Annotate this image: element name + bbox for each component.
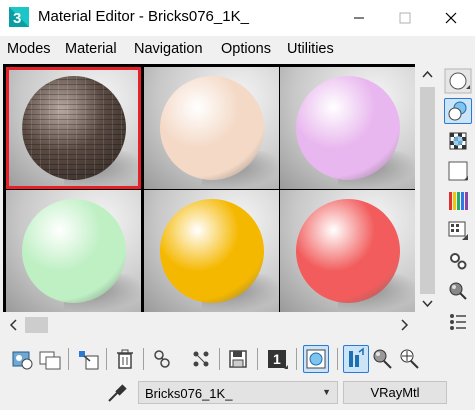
scroll-right-button[interactable] xyxy=(395,316,413,334)
make-preview-icon[interactable] xyxy=(444,218,472,244)
menu-material[interactable]: Material xyxy=(65,41,117,57)
save-material-icon[interactable] xyxy=(226,345,252,373)
material-map-navigator-icon[interactable] xyxy=(444,308,472,334)
toolbar-separator xyxy=(219,348,220,370)
svg-text:3: 3 xyxy=(13,10,21,27)
toolbar-separator xyxy=(68,348,69,370)
minimize-button[interactable] xyxy=(336,0,382,36)
sample-slot-6[interactable] xyxy=(280,190,415,312)
sample-type-sphere-icon[interactable] xyxy=(444,68,472,94)
toolbar-separator xyxy=(296,348,297,370)
toolbar-separator xyxy=(106,348,107,370)
backlight-icon[interactable] xyxy=(444,98,472,124)
reset-map-icon[interactable] xyxy=(112,345,138,373)
maximize-button[interactable] xyxy=(382,0,428,36)
material-type-button[interactable]: VRayMtl xyxy=(343,381,447,404)
material-id-channel-icon[interactable]: 1 xyxy=(265,345,291,373)
menu-navigation[interactable]: Navigation xyxy=(134,41,203,57)
assign-to-selection-icon[interactable] xyxy=(75,345,101,373)
close-button[interactable] xyxy=(428,0,474,36)
eyedropper-icon[interactable] xyxy=(106,382,128,404)
3ds-max-icon: 3 xyxy=(8,6,30,28)
go-to-parent-icon[interactable] xyxy=(370,345,396,373)
material-name-value: Bricks076_1K_ xyxy=(145,386,233,401)
material-sphere xyxy=(296,199,400,303)
sample-slot-1[interactable] xyxy=(6,67,141,189)
make-unique-icon[interactable] xyxy=(149,345,175,373)
scroll-down-button[interactable] xyxy=(418,294,437,312)
material-sphere xyxy=(296,76,400,180)
material-sphere xyxy=(22,199,126,303)
menu-options[interactable]: Options xyxy=(221,41,271,57)
sample-slot-4[interactable] xyxy=(6,190,141,312)
toolbar-separator xyxy=(337,348,338,370)
show-end-result-icon[interactable] xyxy=(343,345,369,373)
sample-slot-5[interactable] xyxy=(144,190,279,312)
menu-bar: Modes Material Navigation Options Utilit… xyxy=(0,36,475,62)
background-checker-icon[interactable] xyxy=(444,128,472,154)
material-sphere xyxy=(160,199,264,303)
sample-slot-3[interactable] xyxy=(280,67,415,189)
sample-slot-2[interactable] xyxy=(144,67,279,189)
material-sphere xyxy=(160,76,264,180)
window-title: Material Editor - Bricks076_1K_ xyxy=(38,8,249,25)
scroll-thumb[interactable] xyxy=(25,317,48,333)
toolbar-separator xyxy=(143,348,144,370)
material-sphere-bricks xyxy=(22,76,126,180)
options-icon[interactable] xyxy=(444,248,472,274)
vertical-scrollbar[interactable] xyxy=(416,64,439,312)
title-bar: 3 Material Editor - Bricks076_1K_ xyxy=(0,0,475,36)
put-to-library-icon[interactable] xyxy=(188,345,214,373)
menu-utilities[interactable]: Utilities xyxy=(287,41,334,57)
scroll-left-button[interactable] xyxy=(5,316,23,334)
material-id-label: 1 xyxy=(273,351,281,367)
menu-modes[interactable]: Modes xyxy=(7,41,51,57)
get-material-icon[interactable] xyxy=(10,345,36,373)
sample-slot-grid xyxy=(3,64,415,312)
video-color-check-icon[interactable] xyxy=(444,188,472,214)
horizontal-scrollbar[interactable] xyxy=(3,314,415,336)
toolbar-separator xyxy=(257,348,258,370)
scroll-up-button[interactable] xyxy=(418,66,437,84)
select-by-material-icon[interactable] xyxy=(444,278,472,304)
go-forward-to-sibling-icon[interactable] xyxy=(397,345,423,373)
material-name-field[interactable]: Bricks076_1K_ ▼ xyxy=(138,381,338,404)
chevron-down-icon[interactable]: ▼ xyxy=(322,387,331,397)
sample-uv-tiling-icon[interactable] xyxy=(444,158,472,184)
put-to-scene-icon[interactable] xyxy=(37,345,63,373)
scroll-thumb[interactable] xyxy=(420,87,435,294)
show-shaded-in-viewport-icon[interactable] xyxy=(303,345,329,373)
